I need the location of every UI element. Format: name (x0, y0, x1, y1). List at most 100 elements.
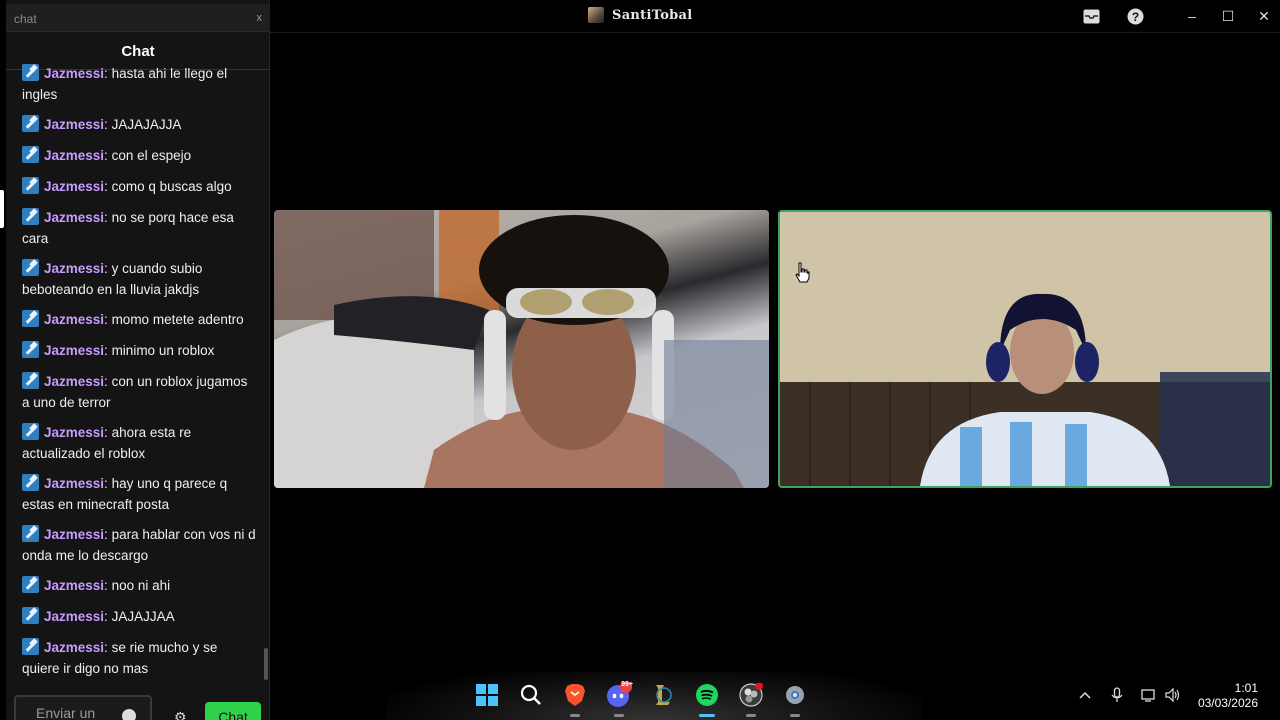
chat-search-bar: x (6, 4, 270, 32)
chat-username[interactable]: Jazmessi (44, 210, 104, 225)
mod-badge-icon (22, 64, 39, 81)
chat-text: momo metete adentro (111, 312, 244, 327)
participant-video (780, 212, 1270, 486)
chat-settings-icon[interactable]: ⚙ (174, 710, 188, 720)
chat-text: como q buscas algo (111, 179, 232, 194)
app-running-indicator (570, 714, 580, 717)
chevron-up-icon[interactable] (1076, 686, 1094, 704)
chat-username[interactable]: Jazmessi (44, 148, 104, 163)
chat-message: Jazmessi: noo ni ahi (22, 575, 258, 596)
mod-badge-icon (22, 423, 39, 440)
video-tile-left[interactable] (274, 210, 769, 488)
chat-message-list[interactable]: Jazmessi: hasta ahi le llego el ingles J… (6, 64, 264, 684)
mod-badge-icon (22, 146, 39, 163)
app-active-indicator (699, 714, 715, 717)
chat-message: Jazmessi: con el espejo (22, 145, 258, 166)
brave-icon[interactable] (562, 682, 588, 717)
chat-username[interactable]: Jazmessi (44, 179, 104, 194)
chat-message: Jazmessi: no se porq hace esa cara (22, 208, 234, 246)
discord-icon[interactable]: 99+ (606, 681, 633, 717)
participant-video (274, 210, 769, 488)
chat-message: Jazmessi: para hablar con vos ni d onda … (22, 525, 256, 563)
mod-badge-icon (22, 208, 39, 225)
league-of-legends-icon[interactable] (650, 682, 676, 708)
chat-username[interactable]: Jazmessi (44, 374, 104, 389)
user-avatar (588, 7, 604, 23)
hand-cursor-icon (795, 262, 810, 283)
mod-badge-icon (22, 115, 39, 132)
chat-message: Jazmessi: JAJAJAJJA (22, 114, 258, 135)
mod-badge-icon (22, 341, 39, 358)
system-clock[interactable]: 1:01 03/03/2026 (1188, 681, 1258, 711)
chat-message: Jazmessi: como q buscas algo (22, 176, 258, 197)
chat-scrollbar[interactable] (264, 648, 268, 680)
chat-text: con el espejo (111, 148, 192, 163)
chat-input-row: ⚙ Chat (6, 690, 270, 720)
mod-badge-icon (22, 259, 39, 276)
maximize-button[interactable]: ☐ (1216, 5, 1240, 27)
mod-badge-icon (22, 474, 39, 491)
chat-search-input[interactable] (14, 10, 234, 28)
network-icon[interactable] (1140, 686, 1158, 704)
chat-username[interactable]: Jazmessi (44, 117, 104, 132)
chat-message: Jazmessi: ahora esta re actualizado el r… (22, 423, 192, 461)
chat-message: Jazmessi: JAJAJJAA (22, 606, 258, 627)
title-bar: SantiTobal ? – ☐ ✕ (270, 0, 1280, 33)
minimize-button[interactable]: – (1180, 5, 1204, 27)
help-icon[interactable]: ? (1126, 7, 1144, 25)
chat-username[interactable]: Jazmessi (44, 578, 104, 593)
chat-text: minimo un roblox (111, 343, 215, 358)
svg-text:?: ? (1131, 10, 1138, 24)
chat-username[interactable]: Jazmessi (44, 527, 104, 542)
chat-message: Jazmessi: se rie mucho y se quiere ir di… (22, 638, 218, 676)
close-window-button[interactable]: ✕ (1252, 5, 1276, 27)
chat-username[interactable]: Jazmessi (44, 609, 104, 624)
mod-badge-icon (22, 177, 39, 194)
app-running-indicator (790, 714, 800, 717)
chat-text: JAJAJAJJA (111, 117, 182, 132)
app-running-indicator (614, 714, 624, 717)
mod-badge-icon (22, 372, 39, 389)
search-icon[interactable] (518, 682, 544, 708)
microphone-icon[interactable] (1108, 686, 1126, 704)
side-marker (0, 190, 4, 228)
chat-message: Jazmessi: hay uno q parece q estas en mi… (22, 474, 228, 512)
clock-time: 1:01 (1234, 681, 1258, 695)
chat-panel: x Chat Jazmessi: hasta ahi le llego el i… (6, 0, 270, 720)
obs-icon[interactable] (738, 682, 764, 717)
chat-text: noo ni ahi (111, 578, 171, 593)
chat-message: Jazmessi: minimo un roblox (22, 340, 258, 361)
app-running-indicator (746, 714, 756, 717)
chat-username[interactable]: Jazmessi (44, 66, 104, 81)
clock-date: 03/03/2026 (1197, 696, 1258, 710)
spotify-icon[interactable] (694, 682, 720, 717)
mod-badge-icon (22, 525, 39, 542)
chat-message: Jazmessi: hasta ahi le llego el ingles (22, 64, 228, 102)
chat-username[interactable]: Jazmessi (44, 640, 104, 655)
chat-username[interactable]: Jazmessi (44, 312, 104, 327)
settings-icon[interactable] (782, 682, 808, 717)
chat-username[interactable]: Jazmessi (44, 476, 104, 491)
chat-username[interactable]: Jazmessi (44, 343, 104, 358)
mod-badge-icon (22, 638, 39, 655)
chat-message: Jazmessi: con un roblox jugamos a uno de… (22, 372, 248, 410)
video-tile-right-active[interactable] (778, 210, 1272, 488)
emoji-icon[interactable] (122, 709, 136, 720)
volume-icon[interactable] (1164, 686, 1182, 704)
inbox-icon[interactable] (1082, 7, 1100, 25)
chat-close-button[interactable]: x (257, 12, 263, 24)
windows-start-icon[interactable] (474, 682, 500, 708)
window-title: SantiTobal (612, 7, 693, 23)
discord-notification-badge: 99+ (621, 681, 633, 688)
chat-message: Jazmessi: momo metete adentro (22, 309, 258, 330)
chat-message: Jazmessi: y cuando subio beboteando en l… (22, 259, 203, 297)
title-group: SantiTobal (588, 7, 693, 23)
chat-username[interactable]: Jazmessi (44, 261, 104, 276)
mod-badge-icon (22, 310, 39, 327)
mod-badge-icon (22, 607, 39, 624)
mod-badge-icon (22, 576, 39, 593)
chat-text: JAJAJJAA (111, 609, 175, 624)
chat-username[interactable]: Jazmessi (44, 425, 104, 440)
chat-send-button[interactable]: Chat (205, 702, 261, 720)
taskbar: 99+ 1:01 03/03/2026 (270, 672, 1280, 720)
